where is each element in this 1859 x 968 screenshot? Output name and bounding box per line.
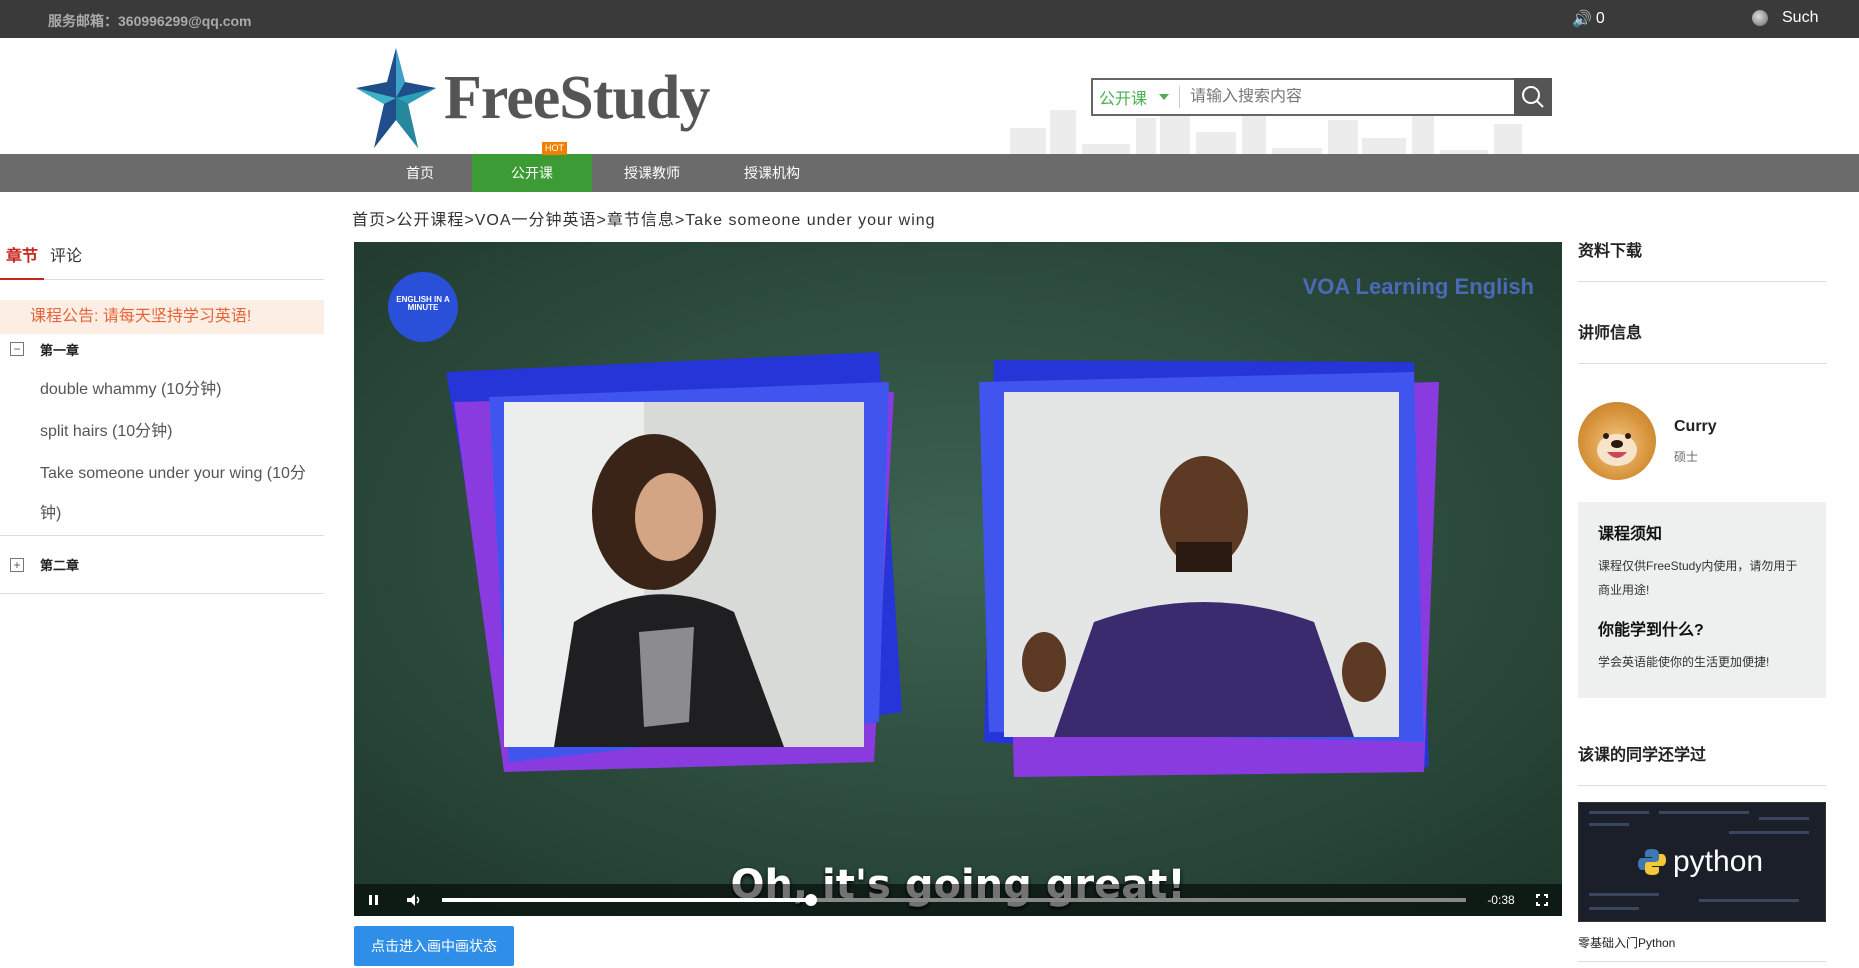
main-nav: 首页 公开课 授课教师 授课机构 bbox=[0, 154, 1859, 192]
video-controls: -0:38 bbox=[354, 884, 1562, 916]
tab-comments[interactable]: 评论 bbox=[44, 232, 88, 280]
learn-heading: 你能学到什么? bbox=[1598, 622, 1704, 639]
fullscreen-button[interactable] bbox=[1522, 884, 1562, 916]
sidebar-tabs: 章节 评论 bbox=[0, 232, 324, 280]
chapter-item[interactable]: + 第二章 bbox=[0, 536, 324, 594]
chapter-sidebar: 章节 评论 课程公告: 请每天坚持学习英语! − 第一章 double wham… bbox=[0, 232, 324, 594]
python-logo: python bbox=[1637, 845, 1763, 879]
chapter-title: 第二章 bbox=[40, 558, 80, 573]
message-indicator[interactable]: 🔊 0 bbox=[1572, 9, 1605, 29]
tab-chapters[interactable]: 章节 bbox=[0, 232, 45, 280]
progress-fill bbox=[442, 898, 811, 902]
teacher-degree: 硕士 bbox=[1674, 449, 1699, 464]
dog-face-icon bbox=[1597, 433, 1637, 466]
course-notice: 课程公告: 请每天坚持学习英语! bbox=[0, 300, 324, 334]
breadcrumb-home[interactable]: 首页 bbox=[352, 212, 386, 229]
teacher-card[interactable]: Curry 硕士 bbox=[1578, 386, 1826, 496]
teacher-info: Curry 硕士 bbox=[1674, 418, 1717, 465]
pause-button[interactable] bbox=[354, 884, 394, 916]
breadcrumb-course[interactable]: VOA一分钟英语 bbox=[475, 212, 597, 229]
volume-icon bbox=[407, 894, 420, 906]
notice-text: 课程仅供FreeStudy内使用，请勿用于商业用途! bbox=[1598, 559, 1798, 597]
lesson-item[interactable]: split hairs (10分钟) bbox=[0, 412, 324, 452]
nav-item-home[interactable]: 首页 bbox=[360, 154, 480, 192]
fullscreen-icon bbox=[1536, 894, 1548, 906]
logo-text: FreeStudy bbox=[444, 63, 710, 132]
chapter-item[interactable]: − 第一章 bbox=[0, 334, 324, 364]
breadcrumb-open-courses[interactable]: 公开课程 bbox=[396, 212, 464, 229]
search-input[interactable] bbox=[1180, 88, 1514, 106]
video-player[interactable]: ENGLISH IN A MINUTE VOA Learning English… bbox=[354, 242, 1562, 916]
user-avatar-icon bbox=[1752, 10, 1768, 26]
message-count: 0 bbox=[1595, 10, 1605, 27]
video-frame bbox=[354, 242, 1562, 916]
service-email: 服务邮箱：360996299@qq.com bbox=[48, 13, 252, 29]
python-icon bbox=[1638, 849, 1666, 875]
also-learned-heading: 该课的同学还学过 bbox=[1578, 736, 1826, 786]
english-in-a-minute-badge: ENGLISH IN A MINUTE bbox=[388, 272, 458, 342]
voa-brand: VOA Learning English bbox=[1302, 274, 1534, 299]
course-thumbnail[interactable]: python bbox=[1578, 802, 1826, 922]
chevron-down-icon bbox=[1159, 94, 1170, 100]
python-text: python bbox=[1673, 845, 1764, 878]
username: Such bbox=[1782, 9, 1819, 26]
chapter-title: 第一章 bbox=[40, 342, 80, 358]
nav-item-teachers[interactable]: 授课教师 bbox=[592, 154, 712, 192]
teacher-name: Curry bbox=[1674, 417, 1717, 435]
nav-item-institutions[interactable]: 授课机构 bbox=[712, 154, 832, 192]
nav-item-open-courses[interactable]: 公开课 bbox=[472, 154, 592, 192]
star-logo-icon bbox=[356, 48, 436, 148]
volume-button[interactable] bbox=[394, 884, 434, 916]
lesson-item[interactable]: double whammy (10分钟) bbox=[0, 370, 324, 410]
downloads-heading[interactable]: 资料下载 bbox=[1578, 232, 1826, 282]
breadcrumb: 首页>公开课程>VOA一分钟英语>章节信息>Take someone under… bbox=[352, 212, 936, 229]
teacher-heading: 讲师信息 bbox=[1578, 314, 1826, 364]
top-bar: 服务邮箱：360996299@qq.com 🔊 0 Such bbox=[0, 0, 1859, 38]
breadcrumb-chapters[interactable]: 章节信息 bbox=[607, 212, 675, 229]
speaker-icon: 🔊 bbox=[1572, 11, 1592, 28]
course-caption[interactable]: 零基础入门Python bbox=[1578, 934, 1826, 962]
lesson-item[interactable]: Take someone under your wing (10分钟) bbox=[0, 454, 324, 536]
picture-in-picture-button[interactable]: 点击进入画中画状态 bbox=[354, 926, 514, 966]
progress-bar[interactable] bbox=[442, 894, 1466, 906]
site-header: FreeStudy 公开课 bbox=[0, 38, 1859, 192]
breadcrumb-current: Take someone under your wing bbox=[685, 212, 936, 229]
search-category-label: 公开课 bbox=[1099, 91, 1148, 108]
right-sidebar: 资料下载 讲师信息 Curry 硕士 课程须知 课程仅供FreeStudy内使用… bbox=[1578, 232, 1826, 962]
user-menu[interactable]: Such bbox=[1752, 9, 1818, 27]
collapse-icon[interactable]: − bbox=[10, 342, 24, 356]
expand-icon[interactable]: + bbox=[10, 557, 24, 572]
search-category-select[interactable]: 公开课 bbox=[1093, 86, 1181, 108]
pause-icon bbox=[369, 895, 378, 905]
teacher-avatar bbox=[1578, 402, 1656, 480]
search-bar: 公开课 bbox=[1091, 78, 1552, 116]
time-remaining: -0:38 bbox=[1487, 893, 1515, 907]
search-icon bbox=[1522, 86, 1544, 108]
notice-heading: 课程须知 bbox=[1598, 526, 1663, 543]
progress-handle[interactable] bbox=[804, 894, 817, 906]
site-logo[interactable]: FreeStudy bbox=[356, 48, 710, 148]
learn-text: 学会英语能使你的生活更加便捷! bbox=[1598, 655, 1770, 669]
search-button[interactable] bbox=[1514, 78, 1552, 116]
course-info-box: 课程须知 课程仅供FreeStudy内使用，请勿用于商业用途! 你能学到什么? … bbox=[1578, 502, 1826, 698]
hot-badge: HOT bbox=[542, 142, 567, 155]
